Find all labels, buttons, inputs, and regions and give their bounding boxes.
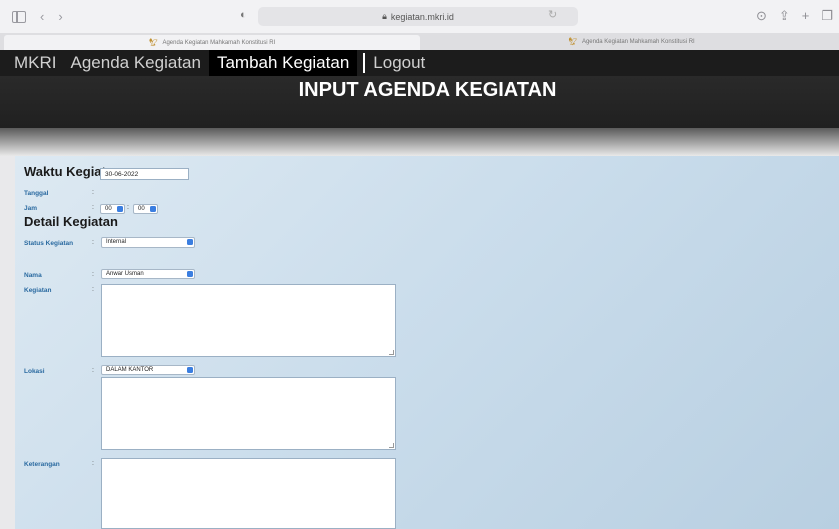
nav-logout[interactable]: Logout [373,53,425,73]
tab-overview-icon[interactable]: ❐ [821,8,833,24]
time-colon: : [127,204,129,211]
keterangan-label: Keterangan [24,461,60,468]
site-favicon-icon: 🦅︎ [148,38,159,47]
colon: : [92,271,94,278]
colon: : [92,239,94,246]
nav-tambah-kegiatan[interactable]: Tambah Kegiatan [208,50,358,76]
jam-minute-select[interactable]: 00 [133,204,158,214]
site-favicon-icon: 🦅︎ [567,37,578,46]
jam-label: Jam [24,205,38,212]
tanggal-label: Tanggal [24,190,49,197]
lokasi-select[interactable]: DALAM KANTOR [101,365,195,375]
status-label: Status Kegiatan [24,240,74,247]
select-arrow-icon [187,367,193,373]
download-icon[interactable]: ⊙ [756,8,767,24]
nama-select[interactable]: Anwar Usman [101,269,195,279]
select-arrow-icon [117,206,123,212]
new-tab-icon[interactable]: + [802,8,810,24]
lokasi-value: DALAM KANTOR [106,367,154,373]
colon: : [92,367,94,374]
colon: : [92,189,94,196]
status-select[interactable]: Internal [101,237,195,248]
select-arrow-icon [150,206,156,212]
lokasi-label: Lokasi [24,368,45,375]
colon: : [92,286,94,293]
nav-divider [363,53,366,73]
colon: : [92,460,94,467]
browser-toolbar: ‹ › ◐ 🔒︎ kegiatan.mkri.id ↻ ⊙ ⇪ + ❐ [0,0,839,33]
select-arrow-icon [187,271,193,277]
privacy-shield-icon[interactable]: ◐ [240,9,247,21]
back-icon[interactable]: ‹ [40,9,44,24]
resize-grip-icon[interactable] [389,350,394,355]
page-banner: INPUT AGENDA KEGIATAN [0,76,839,128]
jam-hour-select[interactable]: 00 [100,204,125,214]
nama-label: Nama [24,272,42,279]
forward-icon[interactable]: › [58,9,62,24]
nav-brand[interactable]: MKRI [14,53,57,73]
form-panel: Waktu Kegiatan Tanggal : Jam : 00 : 00 D… [15,156,839,529]
banner-shadow [0,128,839,156]
section-detail-kegiatan: Detail Kegiatan [24,214,118,229]
lock-icon: 🔒︎ [382,11,387,21]
resize-grip-icon[interactable] [389,443,394,448]
status-value: Internal [106,239,127,245]
sidebar-toggle-icon[interactable] [12,10,26,23]
page-title: INPUT AGENDA KEGIATAN [298,79,557,101]
reload-icon[interactable]: ↻ [548,8,557,21]
kegiatan-label: Kegiatan [24,287,52,294]
tab-bar: 🦅︎ Agenda Kegiatan Mahkamah Konstitusi R… [0,33,839,50]
address-bar[interactable]: 🔒︎ kegiatan.mkri.id [258,7,578,26]
kegiatan-textarea[interactable] [101,284,396,357]
nama-value: Anwar Usman [106,271,144,277]
keterangan-textarea[interactable] [101,458,396,529]
hour-value: 00 [105,206,112,212]
select-arrow-icon [187,239,193,245]
tanggal-value: 30-06-2022 [100,168,189,180]
lokasi-textarea[interactable] [101,377,396,450]
url-text: kegiatan.mkri.id [390,11,454,22]
tab-1[interactable]: 🦅︎ Agenda Kegiatan Mahkamah Konstitusi R… [4,35,420,50]
tab-2[interactable]: 🦅︎ Agenda Kegiatan Mahkamah Konstitusi R… [424,33,839,50]
colon: : [92,204,94,211]
tab-title: Agenda Kegiatan Mahkamah Konstitusi RI [162,39,276,46]
site-nav: MKRI Agenda Kegiatan Tambah Kegiatan Log… [0,50,839,76]
share-icon[interactable]: ⇪ [779,8,790,24]
nav-agenda-kegiatan[interactable]: Agenda Kegiatan [71,53,201,73]
minute-value: 00 [138,206,145,212]
tab-title: Agenda Kegiatan Mahkamah Konstitusi RI [581,38,695,45]
